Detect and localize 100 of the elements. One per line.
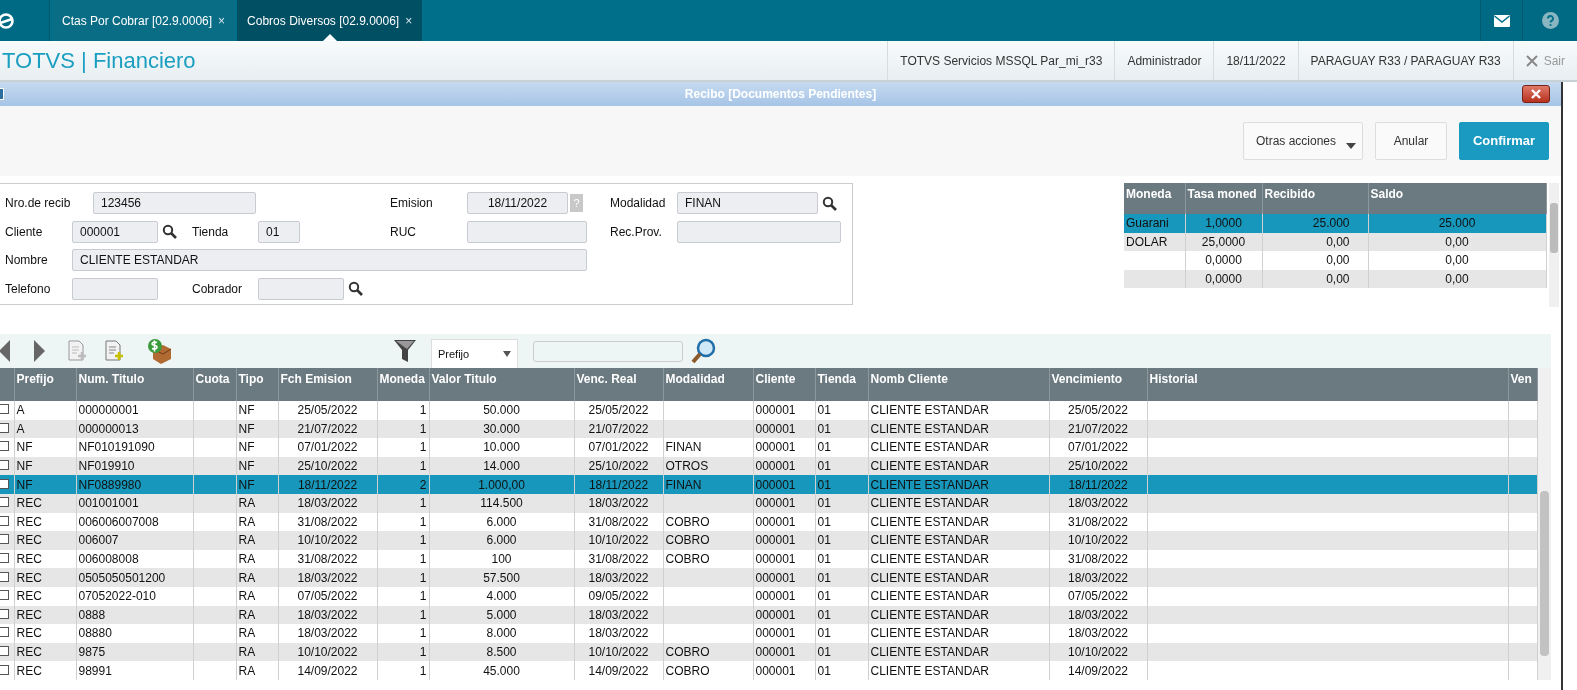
input-field[interactable] (677, 220, 841, 243)
checkbox[interactable] (0, 404, 9, 415)
table-row[interactable]: REC 001001001 RA 18/03/2022 1 114.500 18/03/2022 000001 01 CLIENTE ESTANDAR 18/03/2022 (0, 493, 1537, 513)
checkbox[interactable] (0, 627, 9, 638)
close-icon[interactable]: × (405, 11, 413, 30)
table-cell: 1 (419, 626, 427, 641)
table-row[interactable]: 0,0000 0,00 0,00 (1124, 251, 1546, 270)
column-header[interactable]: Fch Emision (278, 368, 377, 401)
table-cell: NF (238, 440, 255, 455)
checkbox[interactable] (0, 515, 9, 526)
back-icon[interactable] (0, 339, 12, 363)
input-field[interactable]: 01 (258, 220, 300, 243)
filter-icon[interactable] (393, 338, 419, 364)
input-field[interactable] (72, 277, 158, 300)
table-row[interactable]: REC 9875 RA 10/10/2022 1 8.500 10/10/2022 COBRO 000001 01 CLIENTE ESTANDAR 10/10/2022 (0, 642, 1537, 662)
search-field[interactable] (533, 340, 683, 362)
checkbox[interactable] (0, 571, 9, 582)
table-row[interactable]: REC 98991 RA 14/09/2022 1 45.000 14/09/2022 COBRO 000001 01 CLIENTE ESTANDAR 14/09/2022 (0, 661, 1537, 680)
table-row[interactable]: REC 0505050501200 RA 18/03/2022 1 57.500 18/03/2022 000001 01 CLIENTE ESTANDAR 18/03/2022 (0, 568, 1537, 587)
column-header[interactable]: Vencimiento (1049, 368, 1147, 401)
checkbox[interactable] (0, 608, 9, 619)
column-header[interactable]: Num. Titulo (76, 368, 193, 401)
table-cell: 000001 (755, 459, 796, 474)
input-field[interactable]: 123456 (93, 192, 256, 215)
table-cell: 98991 (78, 663, 112, 678)
table-row[interactable]: 0,0000 0,00 0,00 (1124, 269, 1546, 288)
table-cell: REC (16, 626, 42, 641)
mail-icon[interactable] (1493, 14, 1510, 27)
table-row[interactable]: A 000000001 NF 25/05/2022 1 50.000 25/05/2022 000001 01 CLIENTE ESTANDAR 25/05/2022 (0, 401, 1537, 420)
table-cell: 1 (419, 533, 427, 548)
cancel-button[interactable]: Anular (1375, 122, 1447, 160)
dropdown[interactable]: Prefijo (431, 339, 518, 369)
column-header[interactable]: Modalidad (663, 368, 753, 401)
checkbox[interactable] (0, 460, 9, 471)
table-row[interactable]: DOLAR 25,0000 0,00 0,00 (1124, 232, 1546, 251)
table-row[interactable]: REC 08880 RA 18/03/2022 1 8.000 18/03/2022 000001 01 CLIENTE ESTANDAR 18/03/2022 (0, 624, 1537, 643)
input-field[interactable]: 000001 (72, 220, 158, 243)
column-header[interactable]: Historial (1147, 368, 1508, 401)
column-header[interactable]: Recibido (1262, 183, 1368, 214)
input-field[interactable]: FINAN (677, 192, 818, 215)
checkbox[interactable] (0, 478, 9, 489)
table-cell: CLIENTE ESTANDAR (870, 421, 989, 436)
table-cell: 45.000 (483, 663, 520, 678)
tab[interactable]: Ctas Por Cobrar [02.9.0006] × (52, 0, 236, 41)
money-box-icon[interactable] (145, 337, 173, 365)
checkbox[interactable] (0, 590, 9, 601)
column-header[interactable]: Prefijo (14, 368, 76, 401)
table-cell: 114.500 (480, 496, 523, 511)
help-icon[interactable] (1541, 12, 1559, 29)
search-icon[interactable] (162, 224, 177, 240)
column-header[interactable]: Nomb Cliente (868, 368, 1049, 401)
column-header[interactable]: Tienda (815, 368, 868, 401)
table-row[interactable]: A 000000013 NF 21/07/2022 1 30.000 21/07/2022 000001 01 CLIENTE ESTANDAR 21/07/2022 (0, 419, 1537, 439)
search-icon[interactable] (691, 338, 717, 364)
checkbox[interactable] (0, 646, 9, 656)
checkbox[interactable] (0, 534, 9, 545)
column-header[interactable]: Ven (1508, 368, 1537, 401)
table-row[interactable]: REC 0888 RA 18/03/2022 1 5.000 18/03/2022 000001 01 CLIENTE ESTANDAR 18/03/2022 (0, 605, 1537, 625)
column-header[interactable]: Tipo (236, 368, 278, 401)
scrollbar[interactable] (1548, 183, 1559, 307)
table-cell: 000000013 (78, 421, 139, 436)
table-cell: 01 (817, 552, 831, 567)
column-header[interactable]: Venc. Real (574, 368, 663, 401)
table-row[interactable]: NF NF010191090 NF 07/01/2022 1 10.000 07/01/2022 FINAN 000001 01 CLIENTE ESTANDAR 07/01/2022 (0, 438, 1537, 457)
input-field[interactable] (467, 220, 587, 243)
table-row[interactable]: REC 006007 RA 10/10/2022 1 6.000 10/10/2022 COBRO 000001 01 CLIENTE ESTANDAR 10/10/2022 (0, 531, 1537, 550)
column-header[interactable]: Valor Titulo (429, 368, 574, 401)
column-header[interactable]: Moneda (1124, 183, 1185, 214)
forward-icon[interactable] (32, 339, 46, 363)
input-field[interactable]: CLIENTE ESTANDAR (72, 249, 587, 272)
checkbox[interactable] (0, 497, 9, 508)
checkbox[interactable] (0, 422, 9, 433)
column-header[interactable]: Cuota (193, 368, 236, 401)
input-field[interactable]: 18/11/2022 (467, 192, 568, 215)
search-icon[interactable] (348, 281, 363, 297)
close-icon (1530, 89, 1542, 99)
table-cell: RA (238, 533, 256, 548)
table-row[interactable]: NF NF0889980 NF 18/11/2022 2 1.000,00 18/11/2022 FINAN 000001 01 CLIENTE ESTANDAR 18/11/2022 (0, 475, 1537, 494)
close-button[interactable] (1522, 85, 1550, 103)
table-row[interactable]: Guarani 1,0000 25.000 25.000 (1124, 214, 1546, 233)
checkbox[interactable] (0, 441, 9, 452)
logo-icon[interactable] (0, 11, 14, 30)
column-header[interactable]: Moneda (377, 368, 429, 401)
table-row[interactable]: NF NF019910 NF 25/10/2022 1 14.000 25/10/2022 OTROS 000001 01 CLIENTE ESTANDAR 25/10/2022 (0, 456, 1537, 476)
session-info: TOTVS Servicios MSSQL Par_mi_r33 (887, 41, 1115, 80)
checkbox[interactable] (0, 664, 9, 675)
input-field[interactable] (258, 277, 344, 300)
column-header[interactable]: Cliente (753, 368, 815, 401)
field-label: Tienda (192, 223, 229, 241)
column-header[interactable]: Saldo (1368, 183, 1546, 214)
search-icon[interactable] (822, 195, 837, 211)
checkbox[interactable] (0, 553, 9, 564)
table-row[interactable]: REC 07052022-010 RA 07/05/2022 1 4.000 09/05/2022 000001 01 CLIENTE ESTANDAR 07/05/2022 (0, 586, 1537, 606)
column-header[interactable]: Tasa moned (1185, 183, 1262, 214)
table-cell: REC (16, 496, 42, 511)
table-cell: 000001 (755, 440, 796, 455)
tab[interactable]: Cobros Diversos [02.9.0006] × (237, 0, 423, 41)
table-cell: 000001 (755, 589, 796, 604)
close-icon[interactable]: × (218, 11, 226, 30)
menu-button[interactable]: Otras acciones (1243, 122, 1363, 160)
